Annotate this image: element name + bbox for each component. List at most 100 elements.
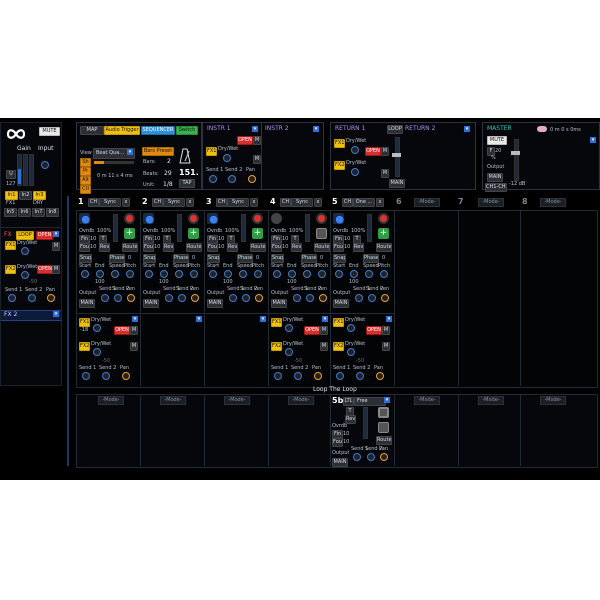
loop5b-dropdown-icon[interactable]: ▾: [384, 397, 390, 403]
slot1-sync-button[interactable]: Sync: [99, 198, 121, 207]
return-loop-button[interactable]: LOOP: [387, 125, 403, 134]
loop5b-pan-knob[interactable]: [380, 453, 388, 461]
loop5b-send2-knob[interactable]: [367, 453, 375, 461]
slot5-start-knob[interactable]: [335, 270, 343, 278]
slot5-fx1-knob[interactable]: [347, 324, 355, 332]
slot2-record-icon[interactable]: [188, 213, 199, 224]
return-drywet-knob[interactable]: [351, 146, 359, 154]
slot4-rev-button[interactable]: Rev: [291, 243, 302, 252]
tap-button[interactable]: TAP: [179, 179, 195, 188]
loop5b-record-icon[interactable]: [378, 407, 389, 418]
slot7-mode[interactable]: -Mode-: [478, 198, 504, 207]
input-in5[interactable]: In5: [4, 208, 17, 217]
slot1-rev-button[interactable]: Rev: [99, 243, 110, 252]
slot5-send1-knob[interactable]: [355, 294, 363, 302]
slot5-sync-button[interactable]: One ...: [353, 198, 375, 207]
slot2-snap-button[interactable]: Snap: [143, 254, 156, 263]
slot3-clip-pad[interactable]: [207, 213, 218, 224]
slot4-fx1-badge[interactable]: FX1: [271, 318, 282, 327]
slot2-fout-button[interactable]: Fout: [143, 243, 154, 252]
slot2-start-knob[interactable]: [145, 270, 153, 278]
loop5b-stop-icon[interactable]: [378, 422, 389, 433]
slot1-end-knob[interactable]: [96, 270, 104, 278]
input-in7[interactable]: In7: [32, 208, 45, 217]
slot4-send2-knob[interactable]: [306, 294, 314, 302]
return-m-button[interactable]: M: [381, 147, 389, 156]
instr1-drywet-knob[interactable]: [223, 154, 231, 162]
loop5b-fout-button[interactable]: Fout: [332, 438, 343, 447]
slot2-route-button[interactable]: Route: [186, 243, 202, 252]
slot4-fx-m-button[interactable]: M: [320, 326, 328, 335]
slot2-send1-knob[interactable]: [165, 294, 173, 302]
slot3-send1-knob[interactable]: [229, 294, 237, 302]
fx-open-button[interactable]: OPEN: [36, 231, 53, 240]
map-button[interactable]: MAP: [80, 126, 104, 135]
slot1-add-icon[interactable]: +: [124, 228, 135, 239]
slot5-send2-knob[interactable]: [368, 294, 376, 302]
slot1-close-button[interactable]: x: [122, 198, 130, 207]
slot4-snap-button[interactable]: Snap: [271, 254, 284, 263]
unity-button[interactable]: U: [6, 170, 16, 179]
slot5-fx2-knob[interactable]: [347, 348, 355, 356]
return-fx2-badge[interactable]: FX2: [334, 161, 345, 170]
slot5-pan-knob[interactable]: [381, 294, 389, 302]
slot5-snap-button[interactable]: Snap: [333, 254, 346, 263]
fx1-m-button[interactable]: M: [52, 242, 60, 251]
slot5-fx-m-button[interactable]: M: [382, 326, 390, 335]
slot4-sync-button[interactable]: Sync: [291, 198, 313, 207]
slot4-pitch-knob[interactable]: [318, 270, 326, 278]
slot3-pitch-knob[interactable]: [254, 270, 262, 278]
slot5-rev-button[interactable]: Rev: [353, 243, 364, 252]
master-record-icon[interactable]: [537, 126, 547, 132]
slot5-fx-pan-knob[interactable]: [376, 372, 384, 380]
slot4-fx-pan-knob[interactable]: [314, 372, 322, 380]
slot5-route-button[interactable]: Route: [376, 243, 392, 252]
view-dropdown-icon[interactable]: ▾: [127, 149, 133, 155]
slot1-pitch-knob[interactable]: [126, 270, 134, 278]
slot4-stop-icon[interactable]: [316, 228, 327, 239]
slot4-fx-open-button[interactable]: OPEN: [304, 326, 320, 335]
slot1-route-button[interactable]: Route: [122, 243, 138, 252]
return-fx1-badge[interactable]: FX1: [334, 139, 345, 148]
fx-loop-button[interactable]: LOOP: [16, 231, 34, 240]
slot2-fx-dropdown-icon[interactable]: ▾: [196, 316, 202, 322]
slot3-pan-knob[interactable]: [255, 294, 263, 302]
slot1-fx2-badge[interactable]: FX2: [79, 342, 90, 351]
slot2-clip-pad[interactable]: [143, 213, 154, 224]
fx1-badge[interactable]: FX1: [5, 241, 16, 250]
slot3-send2-knob[interactable]: [242, 294, 250, 302]
fx2-m-button[interactable]: M: [52, 265, 60, 274]
slot5-end-knob[interactable]: [350, 270, 358, 278]
instr1-open-button[interactable]: OPEN: [237, 136, 253, 145]
loop5b-send1-knob[interactable]: [353, 453, 361, 461]
slot3-speed-knob[interactable]: [239, 270, 247, 278]
slot5-fx-send2-knob[interactable]: [356, 372, 364, 380]
return2-dropdown-icon[interactable]: ▾: [464, 126, 470, 132]
loop-mode-6[interactable]: -Mode-: [414, 396, 440, 405]
slot3-add-icon[interactable]: +: [252, 228, 263, 239]
slot4-route-button[interactable]: Route: [314, 243, 330, 252]
side-sh-button[interactable]: Sh: [80, 158, 91, 167]
bars-preset-button[interactable]: Bars Preset: [142, 147, 174, 156]
input-knob[interactable]: [41, 161, 49, 169]
slot2-rev-button[interactable]: Rev: [163, 243, 174, 252]
instr1-dropdown-icon[interactable]: ▾: [252, 126, 258, 132]
return-fader[interactable]: [392, 153, 401, 157]
slot3-fx-dropdown-icon[interactable]: ▾: [260, 316, 266, 322]
slot1-fx-pan-knob[interactable]: [122, 372, 130, 380]
loop5b-main-button[interactable]: MAIN: [332, 458, 348, 467]
slot4-main-button[interactable]: MAIN: [271, 299, 287, 308]
slot2-pitch-knob[interactable]: [190, 270, 198, 278]
slot3-close-button[interactable]: x: [250, 198, 258, 207]
slot4-fout-button[interactable]: Fout: [271, 243, 282, 252]
slot3-snap-button[interactable]: Snap: [207, 254, 220, 263]
left-pan-knob[interactable]: [47, 294, 55, 302]
slot4-fx2-badge[interactable]: FX2: [271, 342, 282, 351]
loop5b-free-button[interactable]: Free: [354, 397, 386, 406]
slot3-start-knob[interactable]: [209, 270, 217, 278]
instr1-m2-button[interactable]: M: [253, 155, 261, 164]
master-dropdown-icon[interactable]: ▾: [590, 137, 596, 143]
slot4-fx2-knob[interactable]: [285, 348, 293, 356]
instr1-fx1-badge[interactable]: FX1: [206, 147, 217, 156]
slot1-snap-button[interactable]: Snap: [79, 254, 92, 263]
